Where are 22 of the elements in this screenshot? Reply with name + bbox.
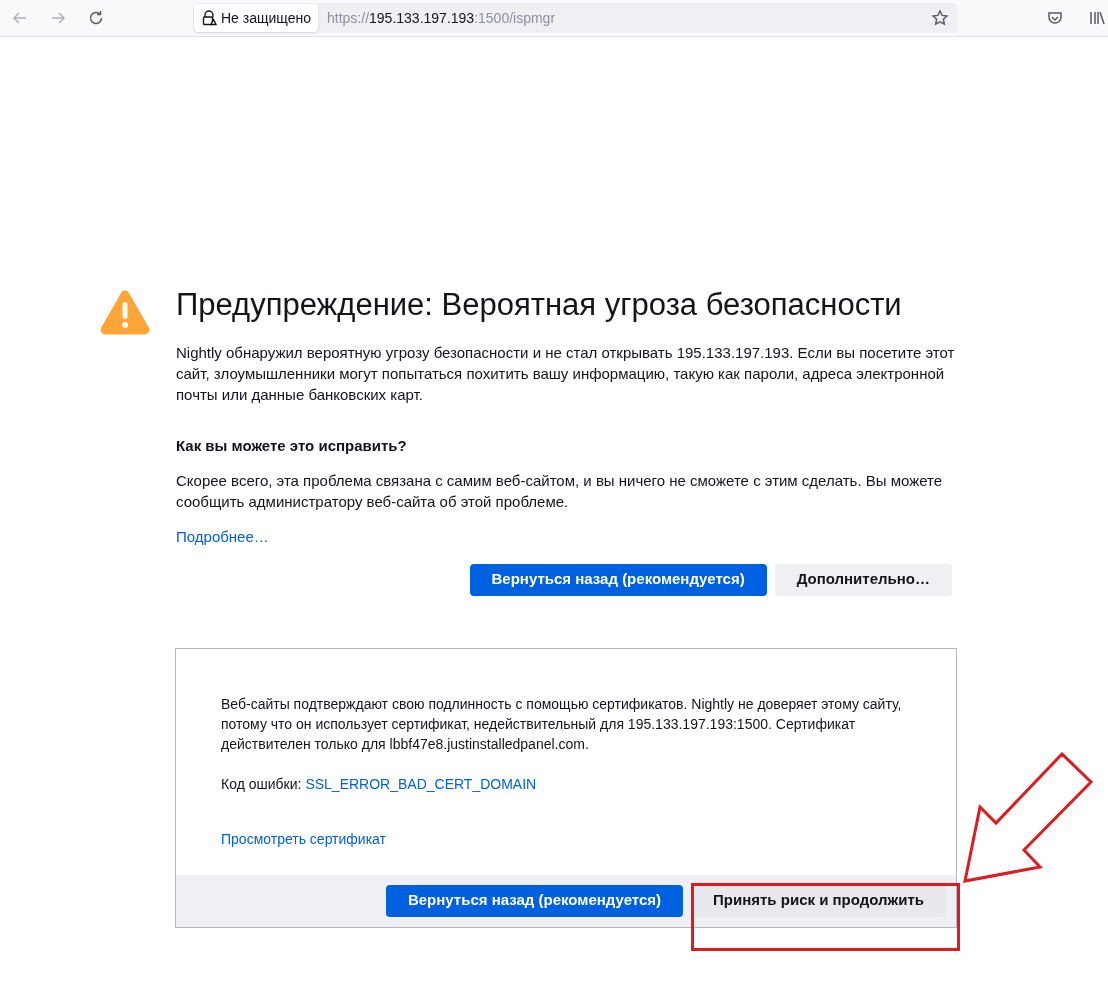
reload-icon[interactable] xyxy=(87,9,105,27)
star-icon[interactable] xyxy=(931,9,949,27)
site-security-button[interactable]: Не защищено xyxy=(194,4,318,32)
learn-more-link[interactable]: Подробнее… xyxy=(176,526,269,549)
page-title: Предупреждение: Вероятная угроза безопасности xyxy=(176,286,903,324)
certificate-text: Веб-сайты подтверждают свою подлинность с помощью сертификатов. Nightly не доверяет этому сайту, потому что он использует сертификат, недействительный для 195.133.197.193:1500. Сертификат действителен только для lbbf47e8.justinstalledpanel.com. xyxy=(221,694,903,754)
warning-icon xyxy=(99,289,151,335)
error-code-label: Код ошибки: xyxy=(221,774,302,794)
address-bar[interactable]: Не защищено https://195.133.197.193:1500/ispmgr xyxy=(193,3,957,33)
view-certificate-link[interactable]: Просмотреть сертификат xyxy=(221,828,386,850)
lock-warning-icon xyxy=(201,10,217,26)
fix-text: Скорее всего, эта проблема связана с самим веб-сайтом, и вы ничего не сможете с этим сделать. Вы можете сообщить администратору веб-сайта об этой проблеме. xyxy=(176,471,944,512)
secondary-button[interactable]: Дополнительно… xyxy=(774,563,952,596)
fix-heading: Как вы можете это исправить? xyxy=(176,436,408,456)
go-back-button[interactable]: Вернуться назад (рекомендуется) xyxy=(469,563,767,596)
error-code-link[interactable]: SSL_ERROR_BAD_CERT_DOMAIN xyxy=(305,773,537,795)
url-field[interactable]: https://195.133.197.193:1500/ispmgr xyxy=(327,7,931,29)
go-back-button[interactable]: Вернуться назад (рекомендуется) xyxy=(385,884,684,917)
warning-text: Nightly обнаружил вероятную угрозу безопасности и не стал открывать 195.133.197.193. Если вы посетите этот сайт, злоумышленники могут попытаться похитить вашу информацию, такую как пароли, адреса электронной почты или данные банковских карт. xyxy=(176,343,956,405)
pocket-icon[interactable] xyxy=(1046,9,1064,27)
secondary-button[interactable]: Принять риск и продолжить xyxy=(691,884,946,917)
library-icon[interactable] xyxy=(1088,9,1106,27)
